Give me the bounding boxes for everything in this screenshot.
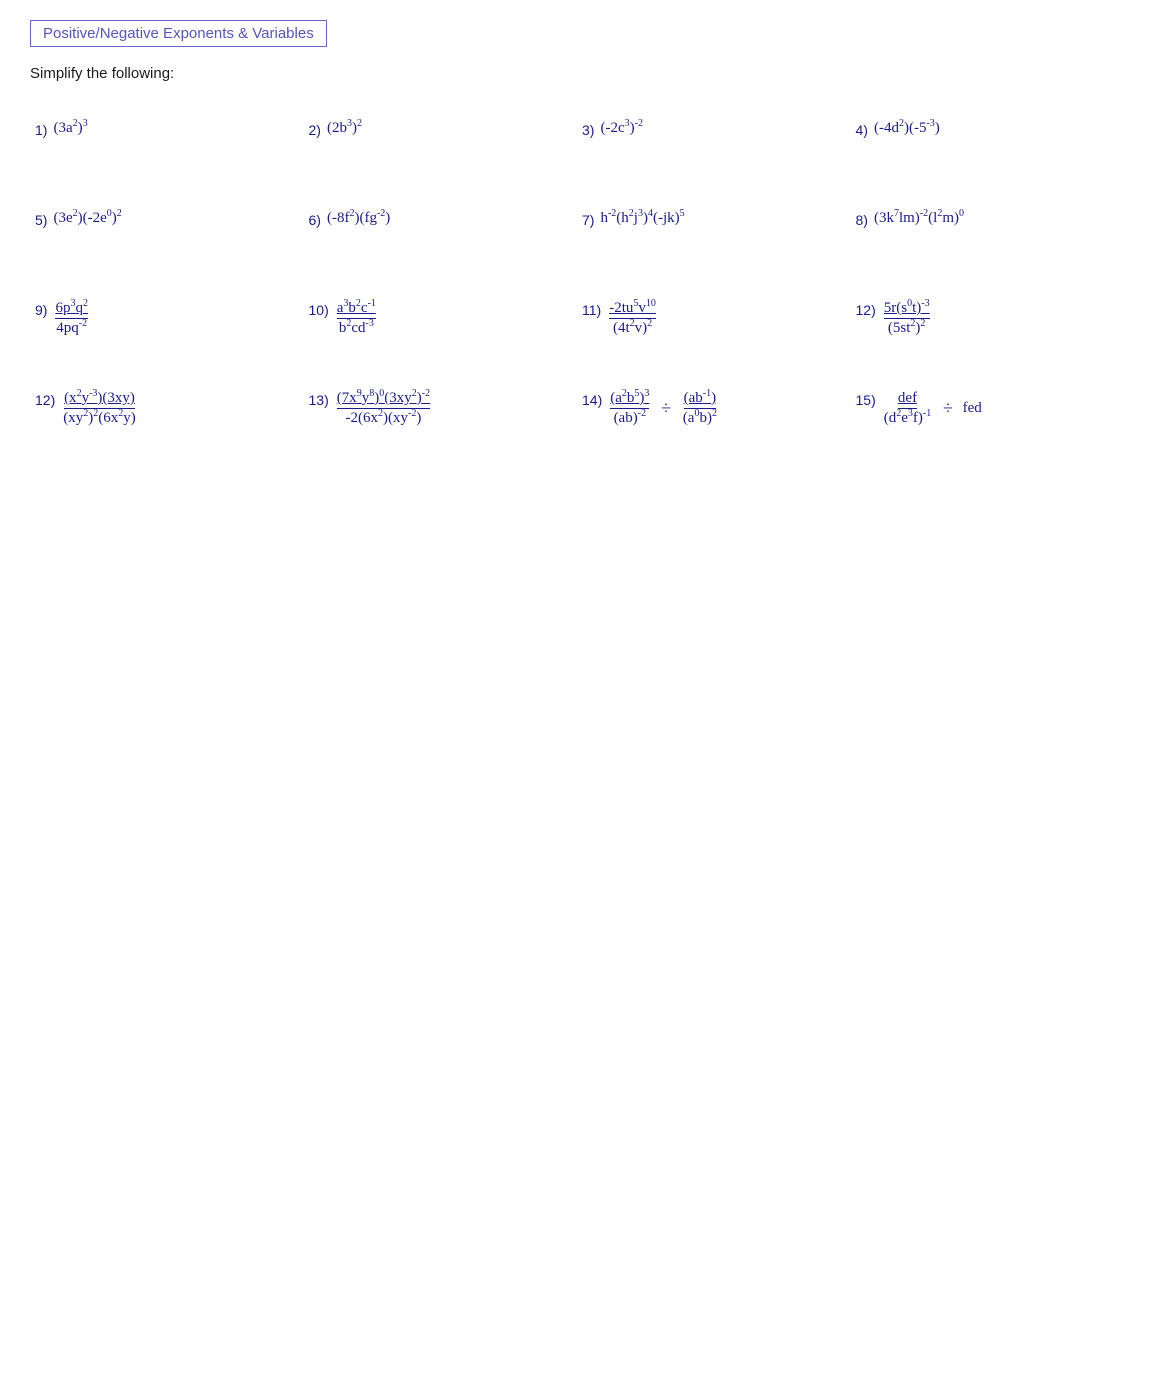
problem-14: 14) (a2b5)3 (ab)-2 ÷ (ab-1) (a0b)2 xyxy=(577,380,851,470)
problem-1: 1) (3a2)3 xyxy=(30,110,304,200)
problem-15: 15) def (d2e3f)-1 ÷ fed xyxy=(851,380,1125,470)
problem-2: 2) (2b3)2 xyxy=(304,110,578,200)
problem-10: 10) a3b2c-1 b2cd-3 xyxy=(304,290,578,380)
problem-6: 6) (-8f2)(fg-2) xyxy=(304,200,578,290)
problem-7: 7) h-2(h2j3)4(-jk)5 xyxy=(577,200,851,290)
problem-11: 11) -2tu5v10 (4t2v)2 xyxy=(577,290,851,380)
instruction: Simplify the following: xyxy=(30,65,1124,82)
title-box: Positive/Negative Exponents & Variables xyxy=(30,20,327,47)
problem-8: 8) (3k7lm)-2(l2m)0 xyxy=(851,200,1125,290)
problem-5: 5) (3e2)(-2e0)2 xyxy=(30,200,304,290)
problems-grid: 1) (3a2)3 2) (2b3)2 3) (-2c3)-2 4) (-4d2… xyxy=(30,110,1124,470)
problem-3: 3) (-2c3)-2 xyxy=(577,110,851,200)
problem-12: 12) 5r(s0t)-3 (5st2)2 xyxy=(851,290,1125,380)
problem-4: 4) (-4d2)(-5-3) xyxy=(851,110,1125,200)
problem-9: 9) 6p3q2 4pq-2 xyxy=(30,290,304,380)
problem-13: 13) (7x9y8)0(3xy2)-2 -2(6x2)(xy-2) xyxy=(304,380,578,470)
problem-12b: 12) (x2y-3)(3xy) (xy2)2(6x2y) xyxy=(30,380,304,470)
